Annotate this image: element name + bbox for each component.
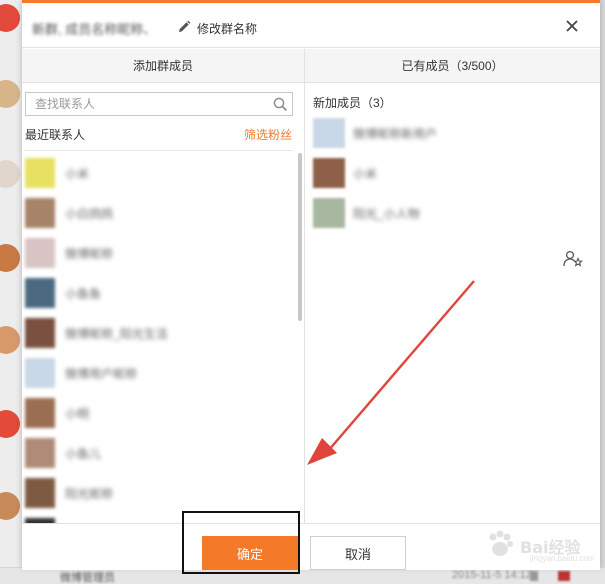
avatar bbox=[25, 398, 55, 428]
pencil-icon[interactable] bbox=[177, 20, 191, 34]
contact-name: 微博用户昵称 bbox=[65, 367, 138, 381]
contact-item[interactable]: 小白鸽鸽 bbox=[22, 193, 292, 233]
background-avatar bbox=[0, 326, 20, 354]
cancel-button[interactable]: 取消 bbox=[310, 536, 406, 570]
background-avatar bbox=[0, 492, 20, 520]
avatar bbox=[313, 158, 345, 188]
background-avatar bbox=[0, 80, 20, 108]
member-name: 微博昵称新用户 bbox=[353, 127, 438, 141]
contact-name: 微博昵称_阳光生活 bbox=[65, 327, 168, 341]
contact-name: 小白鸽鸽 bbox=[65, 207, 114, 221]
member-item[interactable]: 小米 bbox=[313, 155, 593, 191]
avatar bbox=[25, 438, 55, 468]
background-edge bbox=[600, 0, 605, 584]
add-group-members-dialog: 新群, 成员名称昵称、 修改群名称 添加群成员 最近联系人 筛选粉丝 小米 bbox=[22, 0, 600, 574]
contact-item[interactable]: 阳光昵称 bbox=[22, 473, 292, 513]
existing-members-panel: 已有成员（3/500） 新加成员（3） 微博昵称新用户 小米 阳光_小人物 bbox=[304, 49, 600, 523]
background-sidebar bbox=[0, 0, 22, 584]
contact-search-input[interactable] bbox=[26, 93, 266, 115]
contact-name: 小鱼儿 bbox=[65, 447, 102, 461]
avatar bbox=[25, 158, 55, 188]
contact-item[interactable]: 小米 bbox=[22, 153, 292, 193]
background-avatar bbox=[0, 410, 20, 438]
contact-name: 小鱼鱼 bbox=[65, 287, 102, 301]
background-avatar bbox=[0, 244, 20, 272]
avatar bbox=[25, 198, 55, 228]
background-icon bbox=[530, 571, 538, 581]
rename-group-link[interactable]: 修改群名称 bbox=[197, 20, 257, 37]
contact-item[interactable]: 小鱼儿 bbox=[22, 433, 292, 473]
member-item[interactable]: 阳光_小人物 bbox=[313, 195, 593, 231]
set-admin-icon[interactable] bbox=[563, 250, 583, 268]
avatar bbox=[25, 238, 55, 268]
member-item[interactable]: 微博昵称新用户 bbox=[313, 115, 593, 151]
background-avatar bbox=[0, 160, 20, 188]
avatar bbox=[25, 278, 55, 308]
contact-item[interactable]: 微博用户昵称 bbox=[22, 353, 292, 393]
group-name: 新群, 成员名称昵称、 bbox=[32, 22, 157, 37]
filter-fans-link[interactable]: 筛选粉丝 bbox=[244, 126, 292, 143]
annotation-highlight-box bbox=[182, 511, 300, 574]
contact-item[interactable]: 微博昵称 bbox=[22, 233, 292, 273]
new-members-label: 新加成员（3） bbox=[313, 96, 392, 110]
contact-name: 微博昵称 bbox=[65, 247, 114, 261]
background-timestamp: 2015-11-5 14:12 bbox=[452, 569, 532, 581]
background-sender: 微博管理员 bbox=[60, 572, 115, 584]
add-members-panel: 添加群成员 最近联系人 筛选粉丝 小米 小白鸽鸽 微博昵称 bbox=[22, 49, 304, 523]
divider bbox=[25, 150, 293, 151]
contact-name: 小明 bbox=[65, 407, 90, 421]
contact-name: 小米 bbox=[65, 167, 90, 181]
avatar bbox=[25, 358, 55, 388]
paw-icon bbox=[489, 530, 513, 556]
dialog-header: 新群, 成员名称昵称、 修改群名称 bbox=[22, 6, 600, 48]
search-icon[interactable] bbox=[273, 97, 288, 112]
avatar bbox=[313, 198, 345, 228]
member-name: 阳光_小人物 bbox=[353, 207, 420, 221]
watermark-url: jingyan.baidu.com bbox=[530, 554, 595, 563]
weibo-logo-icon bbox=[0, 4, 20, 32]
contact-item[interactable]: 微博昵称_阳光生活 bbox=[22, 313, 292, 353]
avatar bbox=[25, 478, 55, 508]
recent-contacts-list: 小米 小白鸽鸽 微博昵称 小鱼鱼 微博昵称_阳光生活 微博用户昵称 小明 小鱼儿… bbox=[22, 153, 298, 523]
member-name: 小米 bbox=[353, 167, 378, 181]
contact-search-box[interactable] bbox=[25, 92, 293, 116]
add-members-title: 添加群成员 bbox=[22, 49, 304, 83]
recent-contacts-label: 最近联系人 bbox=[25, 128, 86, 142]
contact-item[interactable]: 小明 bbox=[22, 393, 292, 433]
background-icon bbox=[558, 571, 570, 581]
contact-item[interactable]: 小鱼鱼 bbox=[22, 273, 292, 313]
contacts-scrollbar[interactable] bbox=[298, 153, 302, 321]
contact-name: 阳光昵称 bbox=[65, 487, 114, 501]
existing-members-title: 已有成员（3/500） bbox=[305, 49, 600, 83]
baidu-jingyan-watermark: Bai经验 jingyan.baidu.com bbox=[480, 524, 598, 564]
avatar bbox=[313, 118, 345, 148]
close-icon[interactable] bbox=[565, 19, 579, 33]
avatar bbox=[25, 318, 55, 348]
